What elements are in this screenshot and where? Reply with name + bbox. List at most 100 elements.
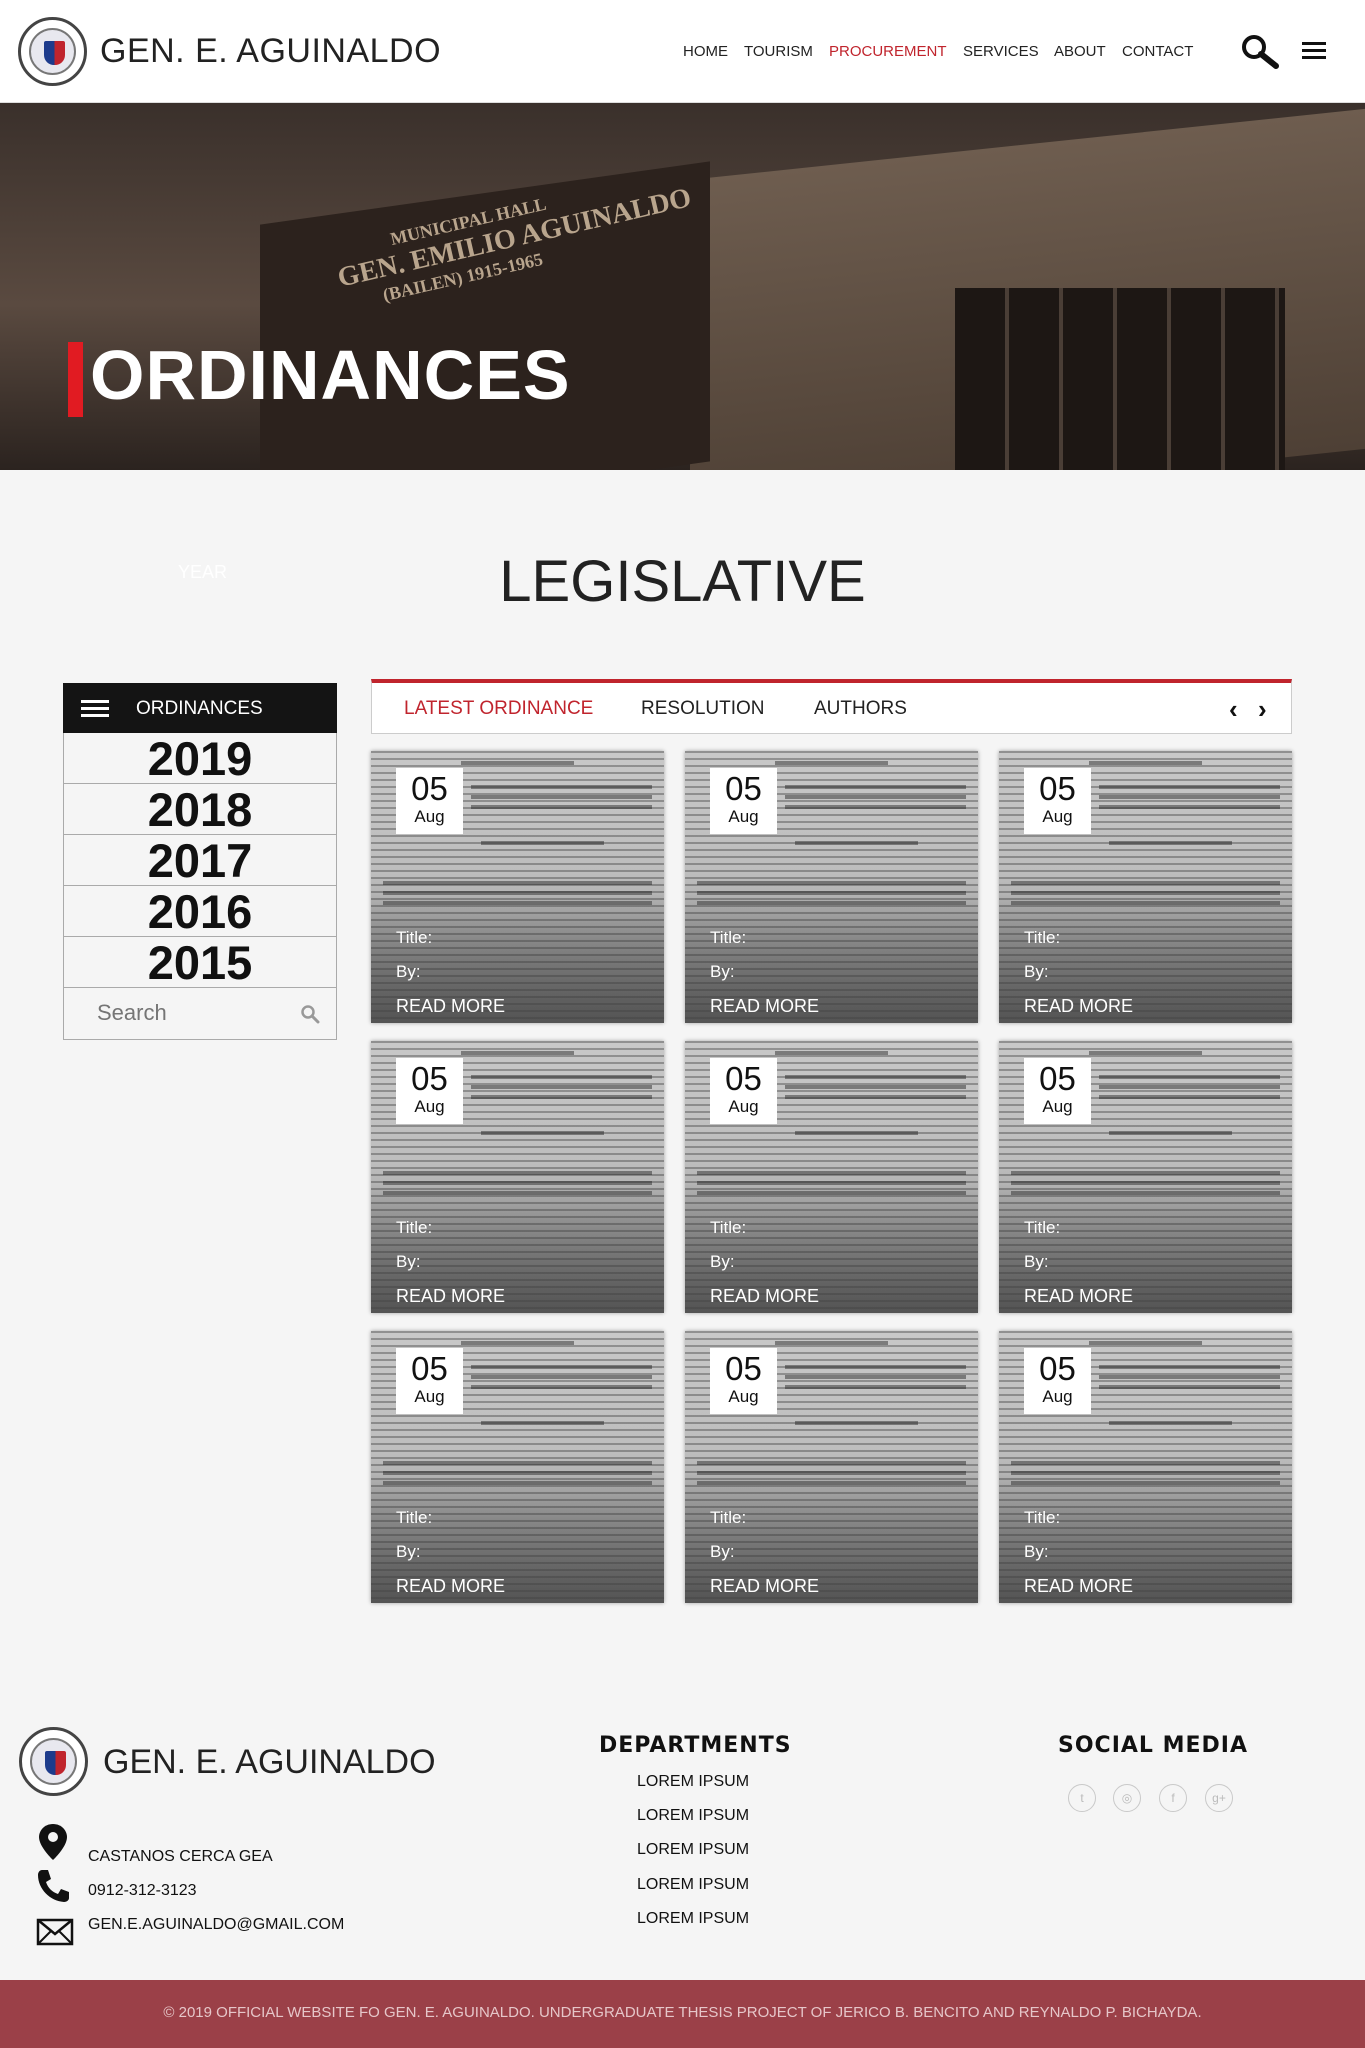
date-day: 05 [725,770,762,807]
card-title-label: Title: [396,1508,433,1527]
search-icon[interactable] [300,1004,320,1029]
department-link[interactable]: LOREM IPSUM [637,1773,749,1791]
department-link[interactable]: LOREM IPSUM [637,1876,749,1894]
department-link[interactable]: LOREM IPSUM [637,1910,749,1928]
card-author-label: By: [396,1252,421,1271]
date-day: 05 [411,770,448,807]
date-day: 05 [725,1350,762,1387]
year-item-2018[interactable]: 2018 [63,784,337,835]
ordinance-card[interactable]: 05 Aug Title: By: READ MORE [999,1041,1292,1313]
sidebar-menu-icon [81,700,109,703]
date-day: 05 [725,1060,762,1097]
card-title-label: Title: [710,928,747,947]
ordinances-sidebar: ORDINANCES 2019 2018 2017 2016 2015 [63,683,337,1040]
year-item-2019[interactable]: 2019 [63,733,337,784]
nav-services[interactable]: SERVICES [963,43,1039,60]
footer-site-title: GEN. E. AGUINALDO [103,1743,436,1781]
read-more-link[interactable]: READ MORE [1024,996,1133,1017]
site-header: GEN. E. AGUINALDO HOME TOURISM PROCUREME… [0,0,1365,103]
footer-email[interactable]: GEN.E.AGUINALDO@GMAIL.COM [88,1916,344,1934]
ordinance-card[interactable]: 05 Aug Title: By: READ MORE [685,1041,978,1313]
card-title-label: Title: [1024,1218,1061,1237]
read-more-link[interactable]: READ MORE [1024,1576,1133,1597]
read-more-link[interactable]: READ MORE [710,1576,819,1597]
ordinance-card[interactable]: 05 Aug Title: By: READ MORE [685,751,978,1023]
date-badge: 05 Aug [1024,768,1091,834]
card-author-label: By: [396,962,421,981]
ordinance-card[interactable]: 05 Aug Title: By: READ MORE [371,751,664,1023]
card-author-label: By: [1024,1542,1049,1561]
tab-resolution[interactable]: RESOLUTION [641,698,765,720]
sidebar-heading: ORDINANCES [136,698,263,719]
date-badge: 05 Aug [710,768,777,834]
card-title-label: Title: [396,1218,433,1237]
nav-tourism[interactable]: TOURISM [744,43,813,60]
date-badge: 05 Aug [1024,1348,1091,1414]
year-item-2015[interactable]: 2015 [63,937,337,988]
search-input[interactable] [97,1000,287,1026]
tab-authors[interactable]: AUTHORS [814,698,907,720]
nav-about[interactable]: ABOUT [1054,43,1106,60]
sidebar-search [63,988,337,1040]
read-more-link[interactable]: READ MORE [1024,1286,1133,1307]
departments-heading: DEPARTMENTS [599,1733,792,1758]
footer-phone: 0912-312-3123 [88,1882,197,1899]
sidebar-header[interactable]: ORDINANCES [63,683,337,733]
location-pin-icon [36,1822,70,1867]
year-item-2016[interactable]: 2016 [63,886,337,937]
read-more-link[interactable]: READ MORE [396,996,505,1017]
mail-icon [36,1918,74,1951]
nav-home[interactable]: HOME [683,43,728,60]
date-month: Aug [1042,807,1073,826]
date-month: Aug [414,1387,445,1406]
footer-bar: © 2019 OFFICIAL WEBSITE FO GEN. E. AGUIN… [0,1980,1365,2048]
card-author-label: By: [396,1542,421,1561]
chevron-right-icon[interactable]: › [1258,696,1267,722]
footer-seal-logo[interactable] [19,1727,88,1796]
phone-icon [36,1868,70,1909]
card-author-label: By: [710,1252,735,1271]
date-month: Aug [414,1097,445,1116]
date-day: 05 [411,1060,448,1097]
read-more-link[interactable]: READ MORE [710,1286,819,1307]
site-title[interactable]: GEN. E. AGUINALDO [100,32,441,71]
read-more-link[interactable]: READ MORE [396,1286,505,1307]
search-icon[interactable] [1240,33,1280,74]
date-month: Aug [728,1097,759,1116]
menu-icon[interactable] [1302,42,1326,65]
date-day: 05 [1039,1060,1076,1097]
tab-latest-ordinance[interactable]: LATEST ORDINANCE [404,698,593,720]
read-more-link[interactable]: READ MORE [396,1576,505,1597]
section-title: LEGISLATIVE [499,549,866,614]
municipal-seal-logo[interactable] [18,17,87,86]
social-media-heading: SOCIAL MEDIA [1058,1733,1248,1758]
chevron-left-icon[interactable]: ‹ [1229,696,1238,722]
date-day: 05 [411,1350,448,1387]
ordinance-card[interactable]: 05 Aug Title: By: READ MORE [371,1331,664,1603]
ordinance-card[interactable]: 05 Aug Title: By: READ MORE [999,1331,1292,1603]
ordinance-card[interactable]: 05 Aug Title: By: READ MORE [685,1331,978,1603]
department-link[interactable]: LOREM IPSUM [637,1807,749,1825]
date-badge: 05 Aug [1024,1058,1091,1124]
card-title-label: Title: [1024,1508,1061,1527]
date-month: Aug [728,1387,759,1406]
year-item-2017[interactable]: 2017 [63,835,337,886]
date-badge: 05 Aug [710,1348,777,1414]
google-plus-icon[interactable]: g+ [1205,1784,1233,1812]
date-badge: 05 Aug [396,1348,463,1414]
read-more-link[interactable]: READ MORE [710,996,819,1017]
ordinance-card[interactable]: 05 Aug Title: By: READ MORE [371,1041,664,1313]
ordinance-card[interactable]: 05 Aug Title: By: READ MORE [999,751,1292,1023]
date-badge: 05 Aug [710,1058,777,1124]
card-title-label: Title: [396,928,433,947]
twitter-icon[interactable]: t [1068,1784,1096,1812]
card-title-label: Title: [1024,928,1061,947]
nav-procurement[interactable]: PROCUREMENT [829,43,947,60]
instagram-icon[interactable]: ◎ [1113,1784,1141,1812]
date-month: Aug [414,807,445,826]
nav-contact[interactable]: CONTACT [1122,43,1193,60]
card-author-label: By: [1024,1252,1049,1271]
department-link[interactable]: LOREM IPSUM [637,1841,749,1859]
facebook-icon[interactable]: f [1159,1784,1187,1812]
date-badge: 05 Aug [396,768,463,834]
